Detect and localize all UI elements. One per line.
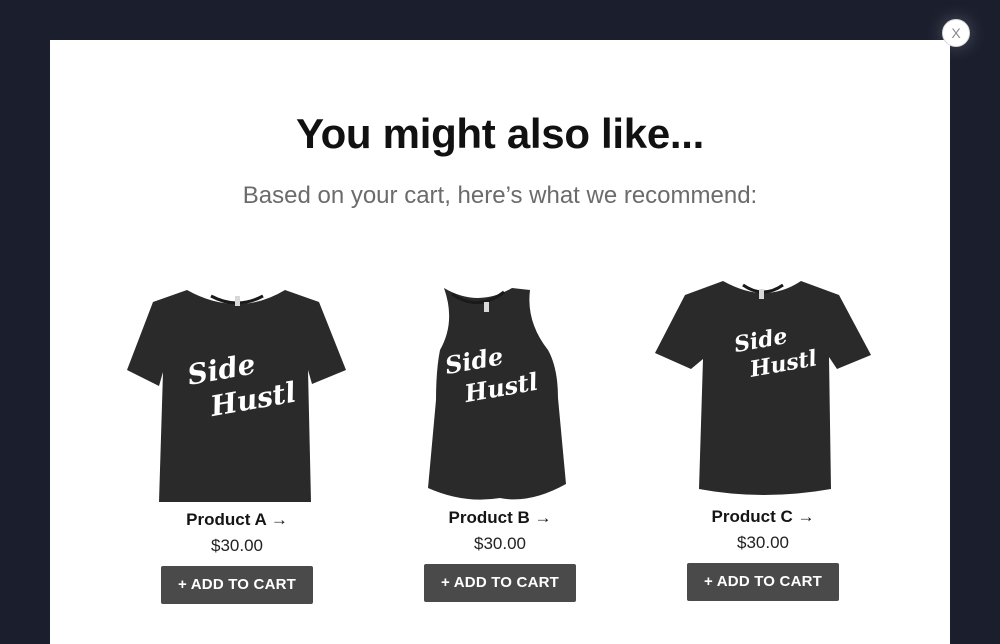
add-to-cart-button[interactable]: + ADD TO CART <box>160 566 314 604</box>
product-card-c: Side Hustl Product C → $30.00 + ADD TO C… <box>643 277 883 601</box>
modal-subtitle: Based on your cart, here’s what we recom… <box>242 182 758 209</box>
close-button[interactable]: X <box>942 19 970 47</box>
recommendation-modal: You might also like... Based on your car… <box>50 40 950 644</box>
product-price: $30.00 <box>474 534 526 553</box>
tank-top-icon: Side Hustl <box>428 288 566 500</box>
tshirt-icon: Side Hustl <box>655 281 871 495</box>
add-to-cart-button[interactable]: + ADD TO CART <box>686 563 840 601</box>
product-name-link[interactable]: Product A → <box>117 510 357 530</box>
product-card-a: Side Hustl Product A → $30.00 + ADD TO C… <box>117 280 357 604</box>
product-name-link[interactable]: Product B → <box>380 508 620 528</box>
product-price: $30.00 <box>211 536 263 555</box>
product-image[interactable]: Side Hustl <box>643 277 883 507</box>
product-name-link[interactable]: Product C → <box>643 507 883 527</box>
add-to-cart-button[interactable]: + ADD TO CART <box>423 564 577 602</box>
product-image[interactable]: Side Hustl <box>380 278 620 508</box>
modal-title: You might also like... <box>295 110 705 157</box>
product-image[interactable]: Side Hustl <box>117 280 357 510</box>
tshirt-icon: Side Hustl <box>127 290 346 502</box>
product-card-b: Side Hustl Product B → $30.00 + ADD TO C… <box>380 278 620 602</box>
product-price: $30.00 <box>737 533 789 552</box>
